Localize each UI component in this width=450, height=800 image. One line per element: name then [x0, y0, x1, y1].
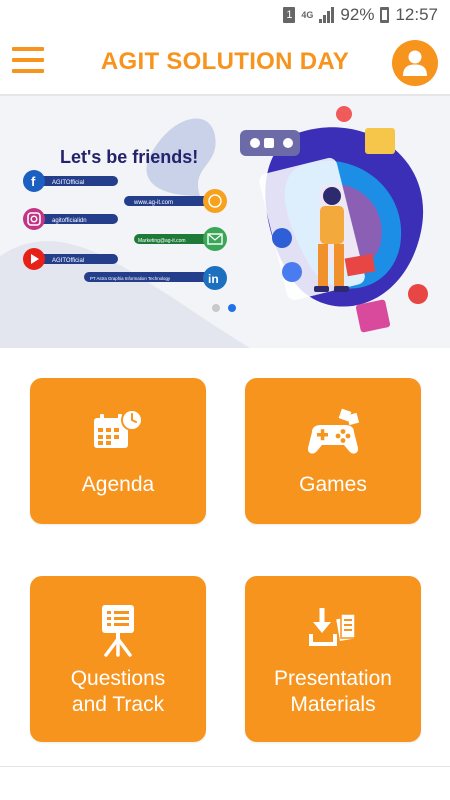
download-documents-icon — [308, 602, 358, 658]
carousel-indicator — [212, 304, 236, 312]
network-type: 4G — [301, 10, 314, 20]
sim-icon: 1 — [283, 7, 296, 23]
calendar-icon — [90, 406, 146, 462]
hamburger-icon — [12, 47, 44, 51]
gamepad-icon — [304, 406, 362, 462]
presentation-materials-label: Presentation Materials — [274, 667, 392, 716]
page-title: AGIT SOLUTION DAY — [100, 48, 350, 75]
email-text: Marketing@ag-it.com — [138, 238, 186, 244]
menu-button[interactable] — [12, 44, 44, 76]
youtube-handle: AGITOfficial — [52, 258, 84, 264]
games-tile[interactable]: Games — [245, 378, 421, 524]
banner-headline: Let's be friends! — [60, 147, 198, 167]
agenda-tile[interactable]: Agenda — [30, 378, 206, 524]
linkedin-text: PT Astra Graphia Information Technology — [90, 276, 171, 281]
games-label: Games — [299, 473, 367, 496]
menu-grid: Agenda Games Questions and Track Present… — [0, 348, 450, 768]
promo-banner[interactable]: Let's be friends! f AGITOfficial agitoff… — [0, 96, 450, 348]
profile-button[interactable] — [392, 40, 438, 86]
facebook-handle: AGITOfficial — [52, 180, 84, 186]
questions-track-tile[interactable]: Questions and Track — [30, 576, 206, 742]
hamburger-icon-bar — [12, 58, 44, 62]
questions-track-label: Questions and Track — [70, 667, 166, 716]
battery-icon — [380, 7, 390, 23]
bottom-divider — [0, 766, 450, 767]
presentation-icon — [96, 602, 140, 658]
svg-text:in: in — [208, 272, 219, 286]
agenda-label: Agenda — [81, 473, 155, 496]
carousel-dot-1[interactable] — [212, 304, 220, 312]
status-bar: 1 4G 92% 12:57 — [0, 0, 450, 30]
carousel-dot-2[interactable] — [228, 304, 236, 312]
battery-percent: 92% — [340, 5, 375, 24]
presentation-materials-tile[interactable]: Presentation Materials — [245, 576, 421, 742]
website-text: www.ag-it.com — [133, 200, 173, 206]
app-bar: AGIT SOLUTION DAY — [0, 30, 450, 96]
hamburger-icon-bar — [12, 69, 44, 73]
svg-text:f: f — [31, 174, 36, 189]
user-icon — [403, 50, 427, 76]
signal-icon — [319, 7, 335, 23]
instagram-handle: agitofficialidn — [52, 218, 87, 224]
clock: 12:57 — [395, 5, 438, 24]
